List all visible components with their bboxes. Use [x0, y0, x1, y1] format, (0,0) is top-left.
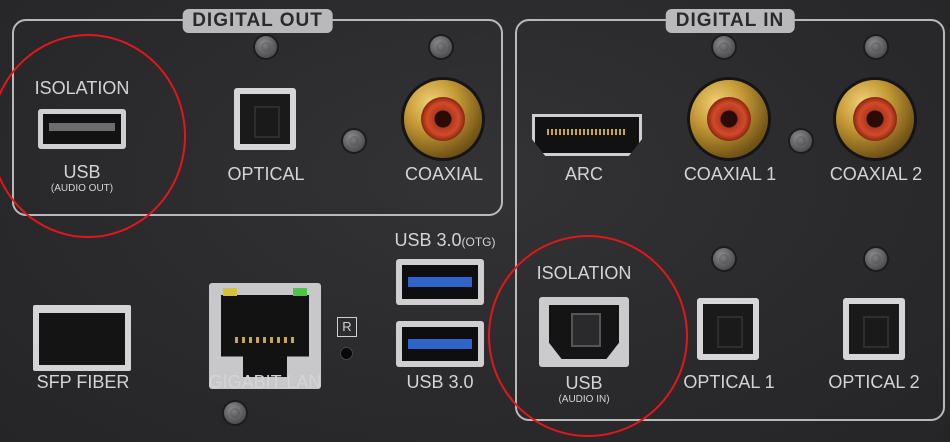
screw-icon	[430, 36, 452, 58]
coaxial-1-in-port[interactable]	[690, 80, 768, 158]
rear-panel: DIGITAL OUT DIGITAL IN ISOLATION USB (AU…	[0, 0, 950, 442]
screw-icon	[713, 248, 735, 270]
optical-out-port[interactable]	[234, 88, 296, 150]
coaxial-2-label: COAXIAL 2	[829, 164, 923, 184]
screw-icon	[343, 130, 365, 152]
sfp-fiber-label: SFP FIBER	[36, 372, 130, 392]
reset-label: R	[337, 317, 357, 337]
optical-1-in-port[interactable]	[697, 298, 759, 360]
screw-icon	[865, 248, 887, 270]
highlight-circle-usb-in	[488, 235, 688, 437]
screw-icon	[865, 36, 887, 58]
arc-label: ARC	[564, 164, 604, 184]
screw-icon	[713, 36, 735, 58]
gigabit-lan-label: GIGABIT LAN	[208, 372, 322, 392]
optical-2-in-port[interactable]	[843, 298, 905, 360]
optical-out-label: OPTICAL	[227, 164, 305, 184]
coaxial-1-label: COAXIAL 1	[683, 164, 777, 184]
hdmi-arc-port[interactable]	[532, 114, 642, 156]
usb-otg-label: USB 3.0(OTG)	[394, 230, 496, 250]
coaxial-out-label: COAXIAL	[404, 164, 484, 184]
coaxial-2-in-port[interactable]	[836, 80, 914, 158]
optical-2-label: OPTICAL 2	[828, 372, 920, 392]
optical-1-label: OPTICAL 1	[683, 372, 775, 392]
lan-link-led	[223, 288, 237, 296]
coaxial-out-port[interactable]	[404, 80, 482, 158]
otg-suffix: (OTG)	[461, 235, 496, 249]
usb-3-label: USB 3.0	[406, 372, 474, 392]
lan-activity-led	[293, 288, 307, 296]
reset-button[interactable]	[341, 348, 352, 359]
digital-in-title: DIGITAL IN	[665, 9, 795, 33]
screw-icon	[224, 402, 246, 424]
usb-otg-port[interactable]	[396, 259, 484, 305]
screw-icon	[790, 130, 812, 152]
sfp-fiber-port[interactable]	[33, 305, 131, 371]
digital-out-title: DIGITAL OUT	[182, 9, 333, 33]
screw-icon	[255, 36, 277, 58]
usb-3-port[interactable]	[396, 321, 484, 367]
